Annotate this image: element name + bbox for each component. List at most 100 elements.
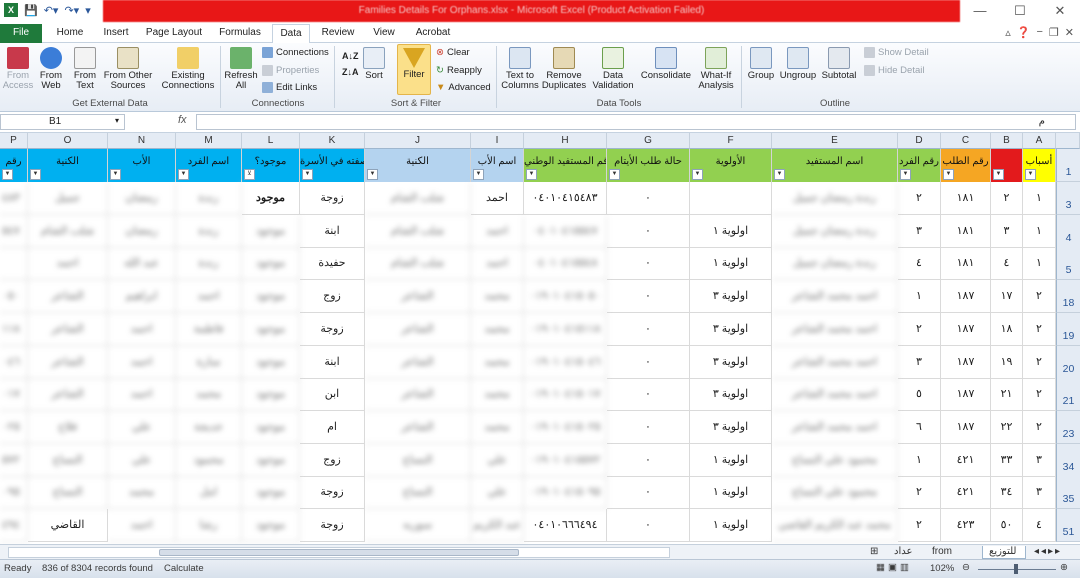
cell-e[interactable]: احمد محمد الشاعر — [772, 312, 898, 346]
cell-j[interactable]: الشاعر — [365, 312, 471, 346]
header-cell-j[interactable]: الكنية ▼ — [365, 149, 471, 182]
cell-p[interactable]: ٠٩٥ — [0, 476, 28, 510]
cell-k[interactable]: زوجة — [300, 476, 365, 510]
window-restore-icon[interactable]: ❐ — [1049, 26, 1059, 39]
row-header[interactable]: 51 — [1056, 509, 1080, 542]
cell-a[interactable]: ٤ — [1023, 509, 1056, 542]
header-cell-k[interactable]: صفته في الأسرة ▼ — [300, 149, 365, 182]
cell-c[interactable]: ١٨٧ — [941, 378, 991, 412]
cell-c[interactable]: ٤٢٣ — [941, 509, 991, 542]
cell-i[interactable]: علي — [471, 443, 524, 477]
tab-review[interactable]: Review — [316, 24, 360, 43]
close-button[interactable]: ✕ — [1040, 0, 1080, 22]
sheet-tab-active[interactable]: للتوزيع — [982, 546, 1026, 559]
edit-links-button[interactable]: Edit Links — [262, 82, 317, 93]
cell-h[interactable]: ٠١٩٠١٠٤١٥٠٤٦ — [524, 345, 607, 379]
data-validation-button[interactable]: Data Validation — [590, 47, 636, 91]
row-header[interactable]: 34 — [1056, 443, 1080, 477]
tab-formulas[interactable]: Formulas — [214, 24, 266, 43]
cell-n[interactable]: ابراهيم — [108, 280, 176, 314]
sheet-nav-arrows[interactable]: ◂◂▸▸ — [1028, 546, 1080, 559]
cell-l[interactable]: موجود — [242, 280, 300, 314]
zoom-out-icon[interactable]: ⊖ — [962, 562, 970, 573]
cell-j[interactable]: الشاعر — [365, 280, 471, 314]
cell-b[interactable]: ١٧ — [991, 280, 1023, 314]
cell-m[interactable]: احمد — [176, 280, 242, 314]
clear-filter-button[interactable]: ⊗ Clear — [436, 47, 470, 58]
header-cell-b[interactable]: ▼ — [991, 149, 1023, 182]
filter-dropdown-icon[interactable]: ▼ — [692, 169, 703, 180]
row-header[interactable]: 18 — [1056, 280, 1080, 314]
cell-j[interactable]: سوريه — [365, 509, 471, 542]
filter-dropdown-icon[interactable]: ▼ — [30, 169, 41, 180]
hide-detail-button[interactable]: Hide Detail — [864, 65, 924, 76]
cell-h[interactable]: ٠٤٠١٠٤١٥٥٤٧ — [524, 214, 607, 248]
column-header-b[interactable]: B — [991, 133, 1023, 149]
cell-c[interactable]: ١٨٧ — [941, 280, 991, 314]
formula-input[interactable]: م — [196, 114, 1076, 130]
sheet-tab-3[interactable]: عداد — [888, 546, 922, 559]
cell-p[interactable]: ٠١٧ — [0, 378, 28, 412]
from-other-sources-button[interactable]: From Other Sources — [102, 47, 154, 91]
cell-p[interactable]: ٥٧٢ — [0, 443, 28, 477]
maximize-button[interactable]: ☐ — [1000, 0, 1040, 22]
cell-g[interactable]: ٠ — [607, 247, 690, 281]
cell-d[interactable]: ٣ — [898, 214, 941, 248]
row-header[interactable]: 4 — [1056, 214, 1080, 248]
cell-o[interactable]: الشاعر — [28, 345, 108, 379]
cell-b[interactable]: ٣٤ — [991, 476, 1023, 510]
cell-b[interactable]: ١٨ — [991, 312, 1023, 346]
cell-n[interactable]: رمضان — [108, 182, 176, 215]
cell-g[interactable]: ٠ — [607, 345, 690, 379]
cell-a[interactable]: ٢ — [1023, 378, 1056, 412]
cell-a[interactable]: ٢ — [1023, 410, 1056, 444]
cell-h[interactable]: ٠١٩٠١٠٤١٥٠٥٠ — [524, 280, 607, 314]
cell-c[interactable]: ١٨٧ — [941, 345, 991, 379]
cell-j[interactable]: الشاعر — [365, 345, 471, 379]
cell-n[interactable]: محمد — [108, 476, 176, 510]
cell-e[interactable]: رندة رمضان جميل — [772, 182, 898, 215]
cell-o[interactable]: شلب الشام — [28, 214, 108, 248]
cell-d[interactable]: ١ — [898, 443, 941, 477]
cell-b[interactable]: ٤ — [991, 247, 1023, 281]
filter-dropdown-icon[interactable]: ▼ — [526, 169, 537, 180]
filter-dropdown-icon[interactable]: ▼ — [178, 169, 189, 180]
cell-f[interactable]: اولوية ١ — [690, 509, 772, 542]
header-cell-f[interactable]: الأولوية ▼ — [690, 149, 772, 182]
cell-k[interactable]: زوج — [300, 443, 365, 477]
cell-f[interactable]: اولوية ١ — [690, 476, 772, 510]
cell-g[interactable]: ٠ — [607, 312, 690, 346]
column-header-g[interactable]: G — [607, 133, 690, 149]
header-cell-n[interactable]: الأب ▼ — [108, 149, 176, 182]
cell-h[interactable]: ٠١٩٠١٠٤١٥٠٩٥ — [524, 476, 607, 510]
cell-h[interactable]: ٠١٩٠١٠٤١٥٠١٧ — [524, 378, 607, 412]
cell-n[interactable]: احمد — [108, 378, 176, 412]
tab-view[interactable]: View — [366, 24, 402, 43]
cell-k[interactable]: زوجة — [300, 312, 365, 346]
worksheet-grid[interactable]: ABCDEFGHIJKLMNOP أسباب ▼ ▼ رقم الطلب ▼ رقم ال… — [0, 133, 1080, 544]
properties-button[interactable]: Properties — [262, 65, 319, 76]
sort-a-z-icon[interactable]: A↓Z — [342, 51, 359, 61]
cell-n[interactable]: احمد — [108, 509, 176, 542]
cell-c[interactable]: ١٨١ — [941, 214, 991, 248]
row-header[interactable]: 23 — [1056, 410, 1080, 444]
window-close-icon[interactable]: ✕ — [1065, 26, 1074, 39]
header-cell-e[interactable]: اسم المستفيد ▼ — [772, 149, 898, 182]
cell-m[interactable]: محمود — [176, 443, 242, 477]
cell-m[interactable]: رندة — [176, 247, 242, 281]
cell-d[interactable]: ٣ — [898, 345, 941, 379]
horizontal-scrollbar[interactable] — [8, 547, 670, 558]
customize-icon[interactable]: ▾ — [85, 4, 91, 17]
filter-dropdown-icon[interactable]: ⊻ — [244, 169, 255, 180]
cell-e[interactable]: رندة رمضان جميل — [772, 214, 898, 248]
row-header[interactable]: 19 — [1056, 312, 1080, 346]
from-access-button[interactable]: From Access — [2, 47, 34, 91]
tab-file[interactable]: File — [0, 24, 42, 43]
cell-j[interactable]: النساج — [365, 443, 471, 477]
header-cell-d[interactable]: رقم الفرد ▼ — [898, 149, 941, 182]
ungroup-button[interactable]: Ungroup — [778, 47, 818, 81]
tab-data[interactable]: Data — [272, 24, 310, 44]
cell-g[interactable]: ٠ — [607, 214, 690, 248]
header-cell-g[interactable]: حالة طلب الأيتام ▼ — [607, 149, 690, 182]
filter-dropdown-icon[interactable]: ▼ — [367, 169, 378, 180]
